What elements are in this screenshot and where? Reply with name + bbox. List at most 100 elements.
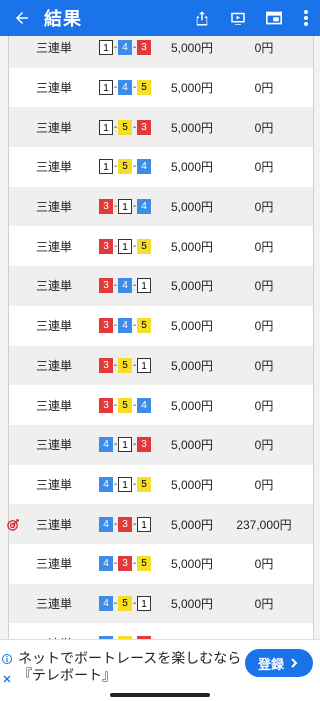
boat-number-badge: 3 [137,40,151,56]
result-row: 三連単 3-4-1 5,000円 0円 [9,266,313,306]
payout-amount: 0円 [254,319,274,334]
bet-type: 三連単 [35,557,72,572]
bet-amount: 5,000円 [171,200,214,215]
ad-close-icon[interactable] [2,674,12,684]
result-row: 三連単 4-3-1 5,000円 237,000円 [6,504,313,544]
result-row: 三連単 4-1-3 5,000円 0円 [9,424,313,465]
chevron-right-icon [291,658,298,668]
boat-combination: 4-3-5 [99,556,171,572]
boat-number-badge: 4 [99,437,113,453]
boat-combination: 3-5-4 [99,397,171,413]
payout-amount: 0円 [254,438,274,453]
boat-combination: 1-5-4 [99,159,171,175]
boat-number-badge: 4 [99,595,113,611]
payout-amount: 0円 [254,81,274,96]
result-row: 三連単 1-5-3 5,000円 0円 [9,107,313,148]
boat-number-badge: 5 [137,318,151,334]
boat-number-badge: 1 [118,238,132,254]
result-row: 三連単 3-1-5 5,000円 0円 [9,226,313,267]
boat-number-badge: 3 [118,556,132,572]
home-gesture-bar[interactable] [110,693,210,697]
boat-number-badge: 5 [118,357,132,373]
payout-amount: 0円 [254,358,274,373]
boat-number-badge: 5 [118,595,132,611]
payout-amount: 0円 [254,200,274,215]
boat-number-badge: 1 [99,80,113,96]
bet-amount: 5,000円 [171,438,214,453]
app-bar: 結果 [0,0,320,36]
bet-amount: 5,000円 [171,557,214,572]
boat-number-badge: 4 [118,278,132,294]
result-row: 三連単 3-5-1 5,000円 0円 [9,345,313,386]
results-list[interactable]: 三連単 1-4-3 5,000円 0円 三連単 1-4-5 5,000円 0円 三連単 1-5-3… [0,36,320,639]
boat-number-badge: 4 [118,40,132,56]
back-button[interactable] [0,0,44,36]
boat-number-badge: 1 [137,516,151,532]
page-title: 結果 [44,9,82,29]
system-nav-bar [0,689,320,701]
results-table: 三連単 1-4-3 5,000円 0円 三連単 1-4-5 5,000円 0円 三連単 1-5-3… [6,36,314,639]
boat-combination: 3-1-4 [99,199,171,215]
ad-info-icon[interactable] [2,654,12,664]
boat-number-badge: 3 [99,238,113,254]
bet-amount: 5,000円 [171,517,214,532]
browser-button[interactable] [256,0,292,36]
boat-number-badge: 5 [137,80,151,96]
more-vert-icon [304,10,308,26]
bet-type: 三連単 [35,358,72,373]
bet-amount: 5,000円 [171,239,214,254]
bet-amount: 5,000円 [171,319,214,334]
result-row: 三連単 1-4-3 5,000円 0円 [9,36,313,68]
target-icon [6,517,20,531]
boat-combination: 4-1-3 [99,437,171,453]
browser-window-icon [266,11,282,25]
boat-number-badge: 4 [137,199,151,215]
boat-number-badge: 4 [99,476,113,492]
result-row: 三連単 4-1-5 5,000円 0円 [9,464,313,505]
boat-combination: 3-5-1 [99,357,171,373]
boat-number-badge: 5 [118,159,132,175]
ad-banner[interactable]: ネットでボートレースを楽しむなら 『テレボート』 登録 [0,639,320,690]
register-button[interactable]: 登録 [245,649,313,677]
payout-amount: 0円 [254,160,274,175]
boat-number-badge: 1 [118,199,132,215]
bet-amount: 5,000円 [171,160,214,175]
boat-number-badge: 3 [99,357,113,373]
boat-number-badge: 4 [118,318,132,334]
bet-type: 三連単 [35,319,72,334]
boat-number-badge: 5 [137,556,151,572]
share-button[interactable] [184,0,220,36]
boat-number-badge: 1 [99,40,113,56]
boat-number-badge: 1 [137,278,151,294]
result-row: 三連単 3-4-5 5,000円 0円 [9,305,313,346]
ad-text: ネットでボートレースを楽しむなら 『テレボート』 [18,650,241,684]
bet-amount: 5,000円 [171,596,214,611]
more-button[interactable] [292,0,320,36]
bet-amount: 5,000円 [171,41,214,56]
bet-amount: 5,000円 [171,120,214,135]
payout-amount: 0円 [254,239,274,254]
boat-number-badge: 4 [137,397,151,413]
bet-amount: 5,000円 [171,358,214,373]
boat-number-badge: 1 [99,159,113,175]
boat-number-badge: 1 [118,437,132,453]
bet-amount: 5,000円 [171,81,214,96]
tv-button[interactable] [220,0,256,36]
boat-number-badge: 3 [137,119,151,135]
result-row: 三連単 3-5-4 5,000円 0円 [9,385,313,425]
bet-type: 三連単 [35,81,72,96]
boat-combination: 1-5-3 [99,119,171,135]
bet-amount: 5,000円 [171,477,214,492]
bet-type: 三連単 [35,200,72,215]
boat-number-badge: 4 [99,556,113,572]
bet-amount: 5,000円 [171,398,214,413]
boat-combination: 3-1-5 [99,238,171,254]
boat-combination: 4-5-1 [99,595,171,611]
boat-number-badge: 4 [137,159,151,175]
bet-type: 三連単 [35,438,72,453]
bet-type: 三連単 [35,120,72,135]
boat-number-badge: 3 [99,199,113,215]
result-row: 三連単 3-1-4 5,000円 0円 [9,186,313,227]
payout-amount: 0円 [254,41,274,56]
register-button-label: 登録 [257,656,284,672]
